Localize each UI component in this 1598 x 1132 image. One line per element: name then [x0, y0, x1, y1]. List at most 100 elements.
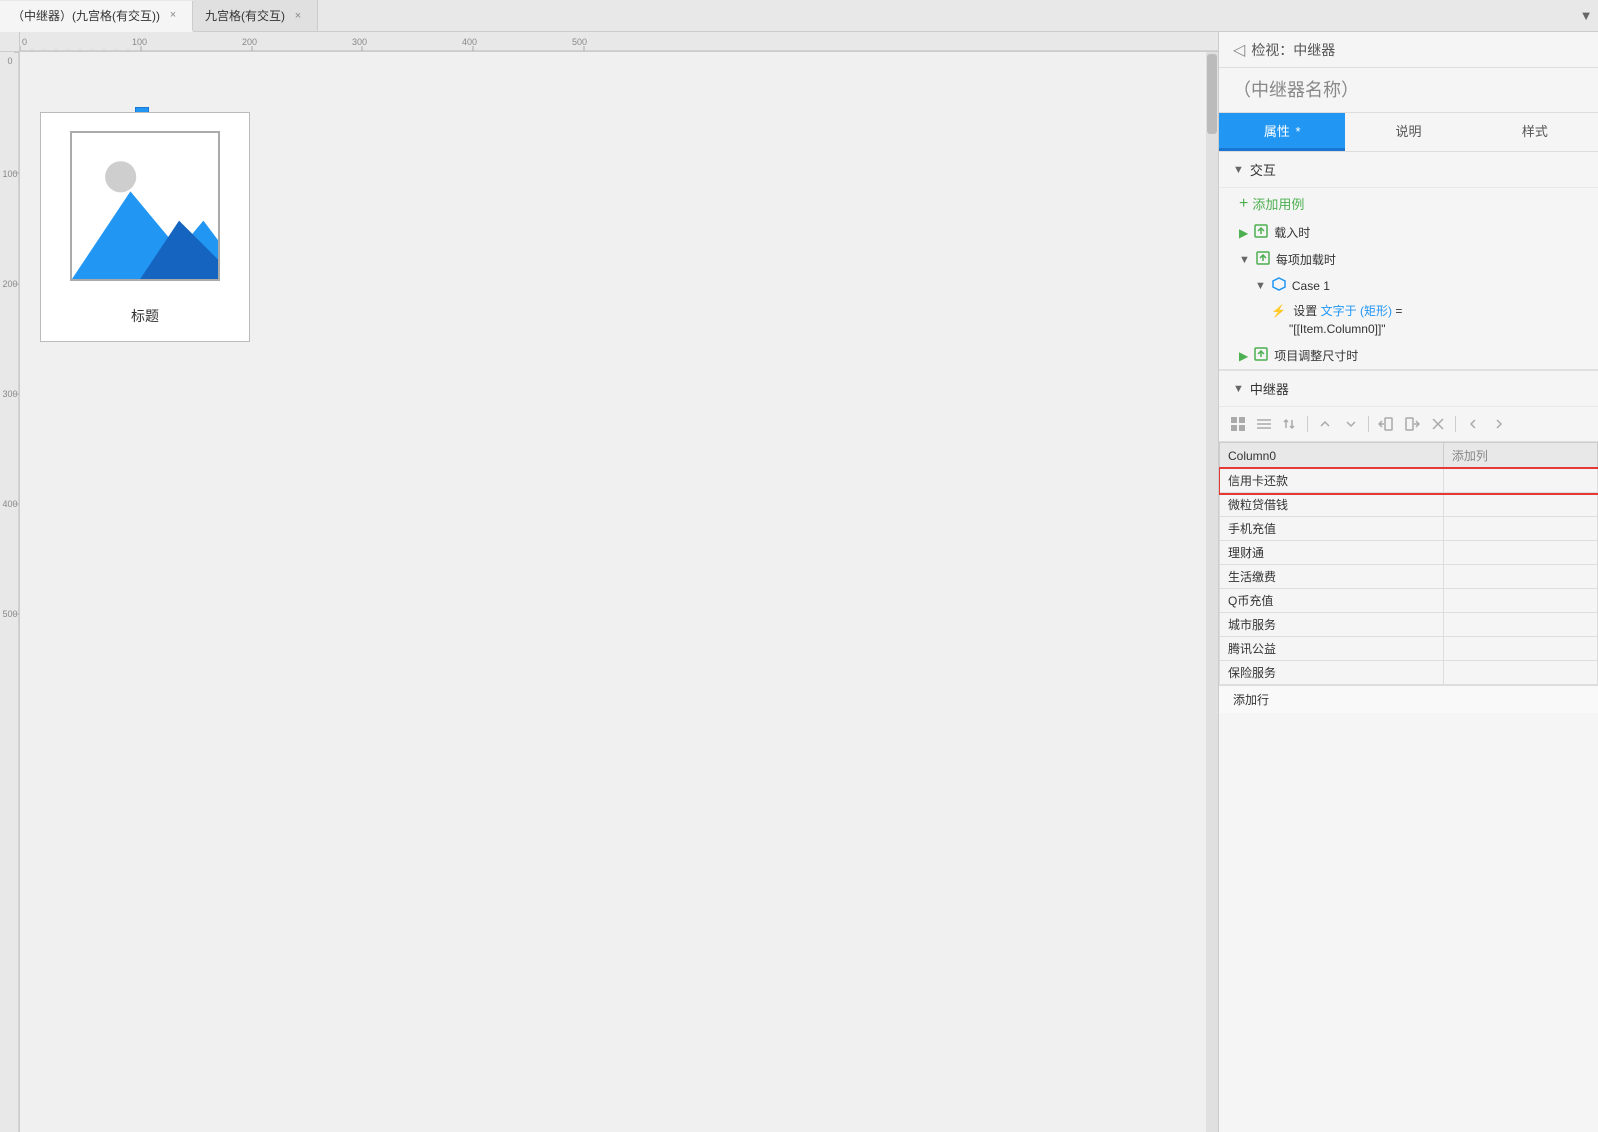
action-text-value: "[[Item.Column0]]": [1289, 322, 1386, 336]
add-case-button[interactable]: + 添加用例: [1219, 188, 1598, 219]
repeater-table: Column0 添加列 信用卡还款微粒贷借钱手机充值理财通生活缴费Q币充值城市服…: [1219, 442, 1598, 685]
event-resize[interactable]: ▶ 项目调整尺寸时: [1219, 342, 1598, 369]
tab-style[interactable]: 样式: [1472, 113, 1598, 151]
interaction-section-title: 交互: [1250, 160, 1276, 179]
canvas-content[interactable]: 标题: [20, 52, 1218, 1132]
svg-text:100: 100: [132, 37, 147, 47]
image-placeholder: [70, 131, 220, 281]
repeater-section: ▼ 中继器: [1219, 370, 1598, 713]
repeater-component[interactable]: 标题: [40, 112, 250, 342]
table-cell-empty: [1443, 517, 1597, 541]
repeater-table-container: Column0 添加列 信用卡还款微粒贷借钱手机充值理财通生活缴费Q币充值城市服…: [1219, 442, 1598, 685]
component-inner: [41, 113, 249, 298]
table-row[interactable]: 生活缴费: [1220, 565, 1598, 589]
toolbar-divider-2: [1368, 416, 1369, 432]
right-panel: ◁ 检视：中继器 （中继器名称） 属性 * 说明 样式 ▼ 交互: [1218, 32, 1598, 1132]
event-load-label: 载入时: [1274, 224, 1310, 241]
toolbar-insert-left-btn[interactable]: [1375, 413, 1397, 435]
tab-repeater-nine[interactable]: （中继器）(九宫格(有交互)) ×: [0, 1, 193, 32]
table-row[interactable]: 手机充值: [1220, 517, 1598, 541]
scrollbar-track[interactable]: [1206, 52, 1218, 1132]
toolbar-sort-btn[interactable]: [1279, 413, 1301, 435]
toolbar-insert-right-btn[interactable]: [1401, 413, 1423, 435]
table-row[interactable]: 腾讯公益: [1220, 637, 1598, 661]
tab-close-1[interactable]: ×: [166, 8, 180, 22]
repeater-toolbar: [1219, 407, 1598, 442]
main-layout: 0 100 200 300 400 500: [0, 32, 1598, 1132]
table-cell-empty: [1443, 613, 1597, 637]
toolbar-grid-btn[interactable]: [1227, 413, 1249, 435]
event-load[interactable]: ▶ 载入时: [1219, 219, 1598, 246]
interaction-collapse-icon[interactable]: ▼: [1233, 164, 1244, 176]
add-col-header[interactable]: 添加列: [1443, 443, 1597, 469]
table-cell-col0[interactable]: 微粒贷借钱: [1220, 493, 1444, 517]
action-text-before: 设置: [1293, 304, 1320, 318]
toolbar-divider-1: [1307, 416, 1308, 432]
event-item-load[interactable]: ▼ 每项加载时: [1219, 246, 1598, 273]
table-cell-empty: [1443, 493, 1597, 517]
svg-text:400: 400: [462, 37, 477, 47]
col0-header[interactable]: Column0: [1220, 443, 1444, 469]
toolbar-list-btn[interactable]: [1253, 413, 1275, 435]
case-icon: [1272, 277, 1286, 294]
table-cell-empty: [1443, 637, 1597, 661]
tab-nine[interactable]: 九宫格(有交互) ×: [193, 0, 318, 31]
canvas-white: 标题: [20, 52, 920, 1132]
component-name: （中继器名称）: [1219, 68, 1598, 113]
tab-close-2[interactable]: ×: [291, 9, 305, 23]
event-icon-resize: [1254, 347, 1268, 364]
action-set-text: ⚡ 设置 文字于 (矩形) = "[[Item.Column0]]": [1219, 298, 1598, 342]
table-cell-empty: [1443, 661, 1597, 685]
toolbar-delete-col-btn[interactable]: [1427, 413, 1449, 435]
canvas-area[interactable]: 0 100 200 300 400 500: [0, 32, 1218, 1132]
tab-description[interactable]: 说明: [1345, 113, 1471, 151]
table-row[interactable]: 信用卡还款: [1220, 469, 1598, 493]
table-cell-empty: [1443, 589, 1597, 613]
toolbar-right-btn[interactable]: [1488, 413, 1510, 435]
panel-tabs: 属性 * 说明 样式: [1219, 113, 1598, 152]
table-cell-col0[interactable]: 生活缴费: [1220, 565, 1444, 589]
tab-properties-label: 属性: [1264, 124, 1290, 139]
table-cell-col0[interactable]: 腾讯公益: [1220, 637, 1444, 661]
table-row[interactable]: 城市服务: [1220, 613, 1598, 637]
table-row[interactable]: 微粒贷借钱: [1220, 493, 1598, 517]
table-row[interactable]: 理财通: [1220, 541, 1598, 565]
svg-text:200: 200: [242, 37, 257, 47]
action-text-highlight: 文字于 (矩形): [1321, 304, 1392, 318]
tab-properties[interactable]: 属性 *: [1219, 113, 1345, 151]
event-icon-item-load: [1256, 251, 1270, 268]
toolbar-up-btn[interactable]: [1314, 413, 1336, 435]
table-header-row: Column0 添加列: [1220, 443, 1598, 469]
action-text-equals: =: [1395, 304, 1402, 318]
event-icon-load: [1254, 224, 1268, 241]
back-button[interactable]: ◁: [1233, 40, 1245, 60]
interaction-section: ▼ 交互 + 添加用例 ▶: [1219, 152, 1598, 370]
repeater-section-header: ▼ 中继器: [1219, 371, 1598, 407]
tab-dropdown-btn[interactable]: ▼: [1574, 0, 1598, 32]
table-cell-col0[interactable]: Q币充值: [1220, 589, 1444, 613]
table-cell-col0[interactable]: 保险服务: [1220, 661, 1444, 685]
table-cell-col0[interactable]: 手机充值: [1220, 517, 1444, 541]
table-cell-col0[interactable]: 城市服务: [1220, 613, 1444, 637]
event-item-load-label: 每项加载时: [1276, 251, 1336, 268]
case1-item[interactable]: ▼ Case 1: [1219, 273, 1598, 298]
tab-properties-dot: *: [1295, 124, 1300, 139]
toolbar-left-btn[interactable]: [1462, 413, 1484, 435]
table-cell-empty: [1443, 565, 1597, 589]
toolbar-divider-3: [1455, 416, 1456, 432]
table-cell-empty: [1443, 469, 1597, 493]
event-resize-label: 项目调整尺寸时: [1274, 347, 1358, 364]
scrollbar-thumb[interactable]: [1207, 54, 1217, 134]
table-cell-col0[interactable]: 信用卡还款: [1220, 469, 1444, 493]
svg-text:300: 300: [352, 37, 367, 47]
toolbar-down-btn[interactable]: [1340, 413, 1362, 435]
table-row[interactable]: 保险服务: [1220, 661, 1598, 685]
table-row[interactable]: Q币充值: [1220, 589, 1598, 613]
add-row-button[interactable]: 添加行: [1219, 685, 1598, 713]
add-icon: +: [1239, 195, 1248, 213]
tab-label-2: 九宫格(有交互): [205, 7, 285, 24]
panel-header-title: 检视：中继器: [1251, 40, 1335, 60]
svg-text:0: 0: [22, 37, 27, 47]
table-cell-col0[interactable]: 理财通: [1220, 541, 1444, 565]
repeater-collapse-icon[interactable]: ▼: [1233, 383, 1244, 395]
